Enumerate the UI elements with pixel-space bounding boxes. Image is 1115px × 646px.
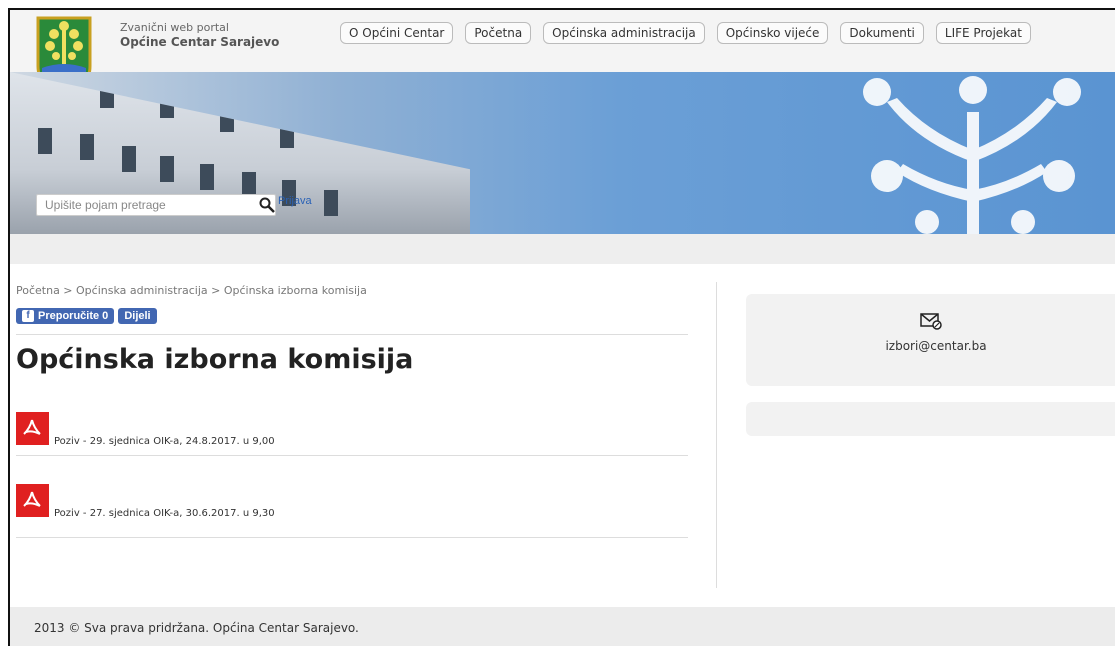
divider <box>16 455 688 456</box>
divider <box>16 334 688 335</box>
nav-opcinsko-vijece[interactable]: Općinsko vijeće <box>716 22 829 44</box>
email-link[interactable]: izbori@centar.ba <box>746 339 1115 353</box>
fb-recommend-label: Preporučite 0 <box>38 310 109 322</box>
copyright-text: 2013 © Sva prava pridržana. Općina Centa… <box>34 621 359 635</box>
document-item[interactable]: Poziv - 29. sjednica OIK-a, 24.8.2017. u… <box>16 412 688 458</box>
envelope-icon <box>920 313 942 330</box>
page-title: Općinska izborna komisija <box>16 344 414 375</box>
portal-brand[interactable]: Zvanični web portal Općine Centar Saraje… <box>120 20 279 50</box>
nav-o-opcini-centar[interactable]: O Općini Centar <box>340 22 454 44</box>
nav-life-projekat[interactable]: LIFE Projekat <box>935 22 1031 44</box>
column-divider <box>716 282 717 588</box>
banner-strip <box>10 234 1115 264</box>
facebook-icon: f <box>22 310 34 322</box>
social-buttons: f Preporučite 0 Dijeli <box>16 308 157 324</box>
page-frame: Zvanični web portal Općine Centar Saraje… <box>8 8 1115 646</box>
main-nav: O Općini Centar Početna Općinska adminis… <box>340 22 1031 44</box>
portal-line: Zvanični web portal <box>120 21 229 34</box>
site-header: Zvanični web portal Općine Centar Saraje… <box>10 10 1115 96</box>
breadcrumb[interactable]: Početna > Općinska administracija > Opći… <box>16 284 367 297</box>
site-footer: 2013 © Sva prava pridržana. Općina Centa… <box>10 607 1115 646</box>
fb-recommend-button[interactable]: f Preporučite 0 <box>16 308 115 324</box>
tree-emblem-graphic <box>863 76 1081 234</box>
document-link[interactable]: Poziv - 27. sjednica OIK-a, 30.6.2017. u… <box>54 508 275 519</box>
contact-card: izbori@centar.ba <box>746 294 1115 386</box>
hero-banner: Upišite pojam pretrage Prijava <box>10 72 1115 234</box>
login-link[interactable]: Prijava <box>278 195 312 207</box>
nav-opcinska-administracija[interactable]: Općinska administracija <box>543 22 705 44</box>
sidebar-card <box>746 402 1115 436</box>
portal-name: Općine Centar Sarajevo <box>120 35 280 49</box>
document-link[interactable]: Poziv - 29. sjednica OIK-a, 24.8.2017. u… <box>54 436 275 447</box>
search-icon[interactable] <box>258 196 276 214</box>
pdf-icon[interactable] <box>16 412 49 445</box>
pdf-icon[interactable] <box>16 484 49 517</box>
search-input[interactable]: Upišite pojam pretrage <box>36 194 276 216</box>
fb-share-label: Dijeli <box>124 310 151 322</box>
fb-share-button[interactable]: Dijeli <box>118 308 157 324</box>
nav-dokumenti[interactable]: Dokumenti <box>840 22 924 44</box>
nav-pocetna[interactable]: Početna <box>465 22 532 44</box>
divider <box>16 537 688 538</box>
document-item[interactable]: Poziv - 27. sjednica OIK-a, 30.6.2017. u… <box>16 484 688 530</box>
